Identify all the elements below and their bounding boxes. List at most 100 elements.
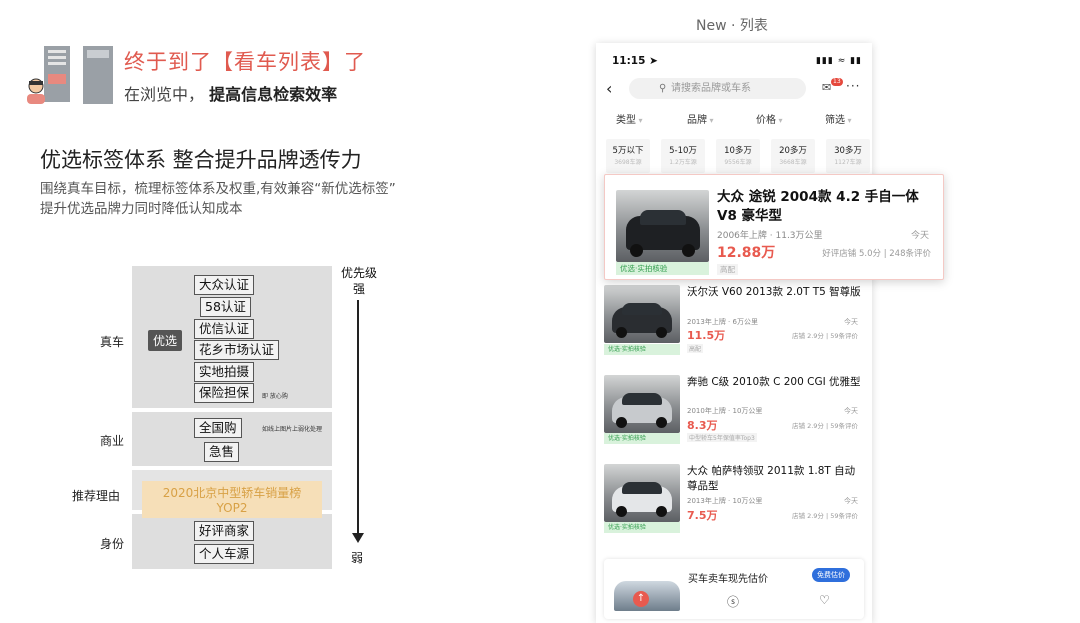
verified-badge: 优选·实拍核验: [604, 522, 680, 533]
pick-badge: 优选: [148, 330, 183, 351]
car-meta: 2010年上牌 · 10万公里: [687, 407, 763, 415]
tag-nationwide: 全国购: [194, 418, 242, 438]
filter-price[interactable]: 价格: [756, 111, 783, 126]
signal-wifi-battery-icon: ▮▮▮ ≈ ▮▮: [815, 56, 862, 66]
price-chip-count: 1.2万车源: [669, 159, 697, 166]
price-chip[interactable]: 10多万 9556车源: [716, 139, 760, 173]
tag-huaxiang-certified: 花乡市场认证: [194, 340, 280, 360]
car-meta: 2013年上牌 · 6万公里: [687, 318, 758, 326]
tab-home-icon[interactable]: ↑: [633, 591, 649, 607]
tag-vw-certified: 大众认证: [194, 275, 255, 295]
car-meta: 2013年上牌 · 10万公里: [687, 497, 763, 505]
car-date: 今天: [844, 497, 858, 505]
tag-insurance: 保险担保: [194, 383, 255, 403]
more-icon[interactable]: ···: [846, 79, 860, 93]
price-chip-count: 3668车源: [779, 159, 807, 166]
tag-58-certified: 58认证: [200, 297, 251, 317]
price-chip-label: 5-10万: [669, 146, 697, 156]
featured-car-price: 12.88万: [717, 245, 776, 261]
tag-private-seller: 个人车源: [194, 544, 255, 564]
verified-badge: 优选·实拍核验: [616, 262, 709, 275]
car-shop-rating: 店铺 2.9分 | 59条评价: [792, 332, 858, 340]
row-label-real-car: 真车: [99, 335, 124, 349]
price-chip-count: 1127车源: [834, 159, 862, 166]
featured-car-meta: 2006年上牌 · 11.3万公里: [717, 231, 823, 241]
page-subtitle: 在浏览中， 提高信息检索效率: [124, 85, 338, 104]
message-icon[interactable]: ✉: [822, 81, 831, 94]
tab-heart-icon[interactable]: ♡: [819, 593, 830, 607]
price-chip-count: 3698车源: [614, 159, 642, 166]
filter-type[interactable]: 类型: [616, 111, 643, 126]
featured-car-tag: 高配: [717, 264, 738, 275]
car-photo: [604, 464, 680, 522]
priority-strong: 优先级 强: [339, 265, 379, 297]
car-title: 奔驰 C级 2010款 C 200 CGI 优雅型: [687, 376, 861, 388]
tag-good-review-dealer: 好评商家: [194, 521, 255, 541]
price-chip[interactable]: 30多万 1127车源: [826, 139, 870, 173]
car-price: 7.5万: [687, 509, 718, 522]
filter-brand[interactable]: 品牌: [687, 111, 714, 126]
phone-screen: 11:15 ➤ ▮▮▮ ≈ ▮▮ ‹ ⚲ 请搜索品牌或车系 ✉ 13 ··· 类…: [596, 43, 872, 623]
row-label-reason: 推荐理由: [71, 489, 120, 503]
phone-caption: New · 列表: [696, 18, 768, 34]
price-chip-label: 10多万: [724, 146, 752, 156]
price-chip[interactable]: 5-10万 1.2万车源: [661, 139, 705, 173]
car-photo: [604, 285, 680, 343]
row-label-identity: 身份: [99, 537, 124, 551]
car-title: 沃尔沃 V60 2013款 2.0T T5 智尊版: [687, 286, 861, 298]
car-tag: 高配: [687, 344, 704, 353]
search-input[interactable]: ⚲ 请搜索品牌或车系: [629, 78, 806, 99]
price-chip[interactable]: 5万以下 3698车源: [606, 139, 650, 173]
featured-car-shop-rating: 好评店铺 5.0分 | 248条评价: [822, 249, 931, 259]
business-note: 如线上图片上弱化处理: [262, 426, 323, 433]
page-subtitle-bold: 提高信息检索效率: [209, 85, 338, 104]
verified-badge: 优选·实拍核验: [604, 433, 680, 444]
message-badge: 13: [831, 78, 843, 86]
featured-car-title: 大众 途锐 2004款 4.2 手自一体 V8 豪华型: [717, 189, 919, 224]
tag-urgent-sale: 急售: [204, 442, 240, 462]
header-illustration: [24, 44, 114, 106]
car-list-item[interactable]: 优选·实拍核验 奔驰 C级 2010款 C 200 CGI 优雅型 2010年上…: [604, 375, 866, 445]
car-shop-rating: 店铺 2.9分 | 59条评价: [792, 422, 858, 430]
priority-label: 优先级: [340, 266, 377, 280]
search-icon: ⚲: [659, 83, 667, 94]
car-list-item[interactable]: 优选·实拍核验 沃尔沃 V60 2013款 2.0T T5 智尊版 2013年上…: [604, 285, 866, 355]
status-time: 11:15 ➤: [612, 55, 658, 67]
car-title: 大众 帕萨特领驭 2011款 1.8T 自动尊品型: [687, 465, 856, 492]
section-desc-line1: 围绕真车目标，梳理标签体系及权重,有效兼容“新优选标签”: [40, 181, 396, 197]
car-date: 今天: [844, 407, 858, 415]
price-chip-count: 9556车源: [724, 159, 752, 166]
car-date: 今天: [844, 318, 858, 326]
section-title: 优选标签体系 整合提升品牌透传力: [40, 148, 362, 172]
price-chip-label: 20多万: [779, 146, 807, 156]
filter-more[interactable]: 筛选: [825, 111, 852, 126]
section-desc-line2: 提升优选品牌力同时降低认知成本: [40, 201, 243, 217]
reason-tag: 2020北京中型轿车销量榜YOP2: [142, 481, 322, 518]
price-chip-label: 30多万: [834, 146, 862, 156]
free-estimate-button[interactable]: 免费估价: [812, 568, 850, 582]
arrow-down-icon: [352, 533, 364, 543]
priority-weak: 弱: [351, 551, 364, 565]
back-icon[interactable]: ‹: [606, 79, 612, 98]
sell-text: 买车卖车现先估价: [688, 574, 768, 585]
featured-car-photo: [616, 190, 709, 262]
price-chip-label: 5万以下: [612, 146, 644, 156]
car-tag: 中型轿车5年保值率Top3: [687, 433, 757, 442]
featured-car-date: 今天: [910, 231, 929, 241]
car-list-item[interactable]: 优选·实拍核验 大众 帕萨特领驭 2011款 1.8T 自动尊品型 2013年上…: [604, 464, 866, 536]
featured-car-card[interactable]: 优选·实拍核验 大众 途锐 2004款 4.2 手自一体 V8 豪华型 2006…: [604, 174, 944, 280]
section-description: 围绕真车目标，梳理标签体系及权重,有效兼容“新优选标签” 提升优选品牌力同时降低…: [40, 179, 460, 219]
price-chip[interactable]: 20多万 3668车源: [771, 139, 815, 173]
car-photo: [604, 375, 680, 433]
priority-axis: [357, 300, 359, 536]
car-shop-rating: 店铺 2.9分 | 59条评价: [792, 512, 858, 520]
verified-badge: 优选·实拍核验: [604, 344, 680, 355]
tab-price-icon[interactable]: ⓢ: [727, 593, 739, 610]
row-label-business: 商业: [99, 434, 124, 448]
tag-onsite-photo: 实地拍摄: [194, 362, 255, 382]
status-time-text: 11:15: [612, 55, 646, 67]
worry-free-note: 即 放心购: [262, 393, 288, 400]
car-price: 8.3万: [687, 419, 718, 432]
sell-estimate-card[interactable]: 买车卖车现先估价 免费估价: [604, 559, 864, 619]
search-placeholder: 请搜索品牌或车系: [671, 83, 751, 94]
